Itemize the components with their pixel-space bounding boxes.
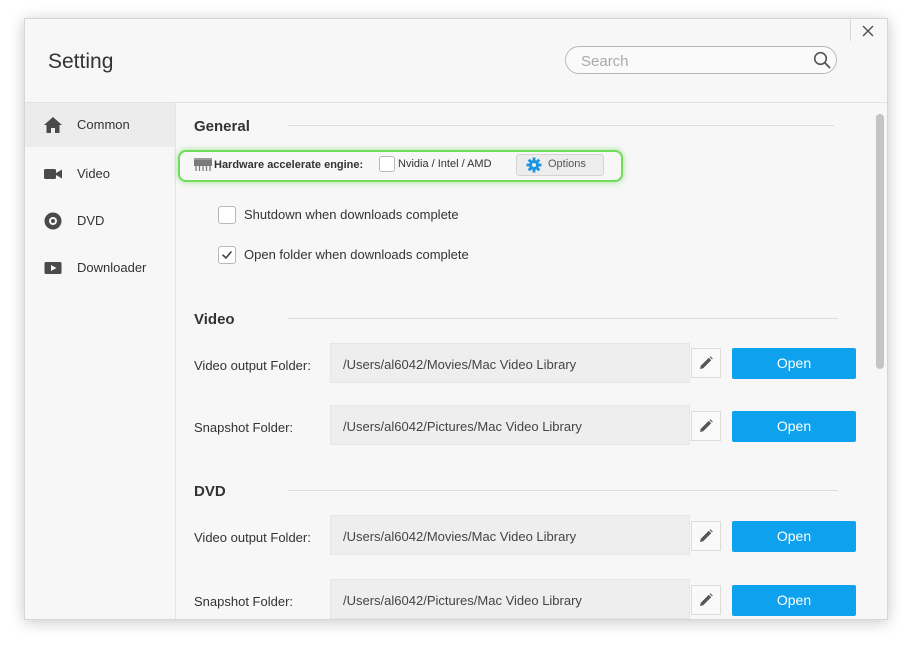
pencil-icon: [700, 593, 713, 606]
pencil-icon: [700, 419, 713, 432]
edit-dvd-snapshot-button[interactable]: [691, 585, 721, 615]
sidebar-item-common[interactable]: Common: [25, 103, 175, 147]
sidebar-item-video[interactable]: Video: [25, 152, 175, 196]
section-divider: [288, 490, 838, 491]
video-snapshot-label: Snapshot Folder:: [194, 420, 294, 435]
pencil-icon: [700, 356, 713, 369]
hardware-accelerate-row: Hardware accelerate engine: Nvidia / Int…: [178, 150, 623, 182]
open-folder-checkbox[interactable]: [218, 246, 236, 264]
section-title-dvd: DVD: [194, 483, 226, 500]
dvd-snapshot-label: Snapshot Folder:: [194, 594, 294, 609]
hardware-vendor-label: Nvidia / Intel / AMD: [398, 158, 492, 170]
edit-video-output-button[interactable]: [691, 348, 721, 378]
video-output-path: /Users/al6042/Movies/Mac Video Library: [343, 357, 577, 372]
edit-video-snapshot-button[interactable]: [691, 411, 721, 441]
video-snapshot-path-field: /Users/al6042/Pictures/Mac Video Library: [330, 405, 690, 445]
video-camera-icon: [44, 169, 62, 179]
close-divider: [850, 19, 851, 41]
settings-window: Setting Common Video: [24, 18, 888, 620]
video-output-label: Video output Folder:: [194, 358, 311, 373]
sidebar-item-label: Downloader: [77, 260, 147, 275]
section-divider: [288, 318, 838, 319]
open-video-output-button[interactable]: Open: [732, 348, 856, 379]
sidebar-item-label: Video: [77, 166, 111, 181]
hardware-accelerate-checkbox[interactable]: [379, 156, 395, 172]
hardware-accelerate-label: Hardware accelerate engine:: [214, 159, 364, 171]
home-icon: [44, 117, 62, 133]
shutdown-checkbox[interactable]: [218, 206, 236, 224]
open-dvd-output-button[interactable]: Open: [732, 521, 856, 552]
options-button[interactable]: Options: [516, 154, 604, 176]
sidebar-item-label: DVD: [77, 213, 105, 228]
play-icon: [44, 262, 62, 274]
shutdown-label: Shutdown when downloads complete: [244, 207, 459, 222]
content-panel: General Hardware accelerate engine: Nvid…: [176, 103, 873, 619]
search-icon[interactable]: [813, 51, 831, 69]
vertical-scrollbar[interactable]: [876, 114, 884, 369]
search-box[interactable]: [565, 46, 837, 74]
section-divider: [288, 125, 834, 126]
window-title: Setting: [48, 50, 114, 73]
sidebar-item-label: Common: [77, 117, 130, 132]
sidebar-item-downloader[interactable]: Downloader: [25, 246, 175, 290]
open-video-snapshot-button[interactable]: Open: [732, 411, 856, 442]
dvd-output-label: Video output Folder:: [194, 530, 311, 545]
chip-icon: [194, 158, 212, 171]
dvd-snapshot-path: /Users/al6042/Pictures/Mac Video Library: [343, 593, 582, 608]
options-label: Options: [548, 158, 586, 170]
pencil-icon: [700, 529, 713, 542]
sidebar: Common Video DVD Downloader: [25, 103, 176, 619]
open-folder-label: Open folder when downloads complete: [244, 247, 469, 262]
search-input[interactable]: [579, 51, 813, 71]
dvd-output-path-field: /Users/al6042/Movies/Mac Video Library: [330, 515, 690, 555]
video-output-path-field: /Users/al6042/Movies/Mac Video Library: [330, 343, 690, 383]
header: Setting: [25, 19, 887, 103]
video-snapshot-path: /Users/al6042/Pictures/Mac Video Library: [343, 419, 582, 434]
edit-dvd-output-button[interactable]: [691, 521, 721, 551]
sidebar-item-dvd[interactable]: DVD: [25, 199, 175, 243]
dvd-output-path: /Users/al6042/Movies/Mac Video Library: [343, 529, 577, 544]
close-icon[interactable]: [858, 21, 878, 41]
gear-icon: [526, 157, 542, 173]
open-dvd-snapshot-button[interactable]: Open: [732, 585, 856, 616]
dvd-snapshot-path-field: /Users/al6042/Pictures/Mac Video Library: [330, 579, 690, 619]
section-title-video: Video: [194, 311, 235, 328]
checkmark-icon: [222, 251, 232, 259]
disc-icon: [44, 212, 62, 230]
section-title-general: General: [194, 118, 250, 135]
